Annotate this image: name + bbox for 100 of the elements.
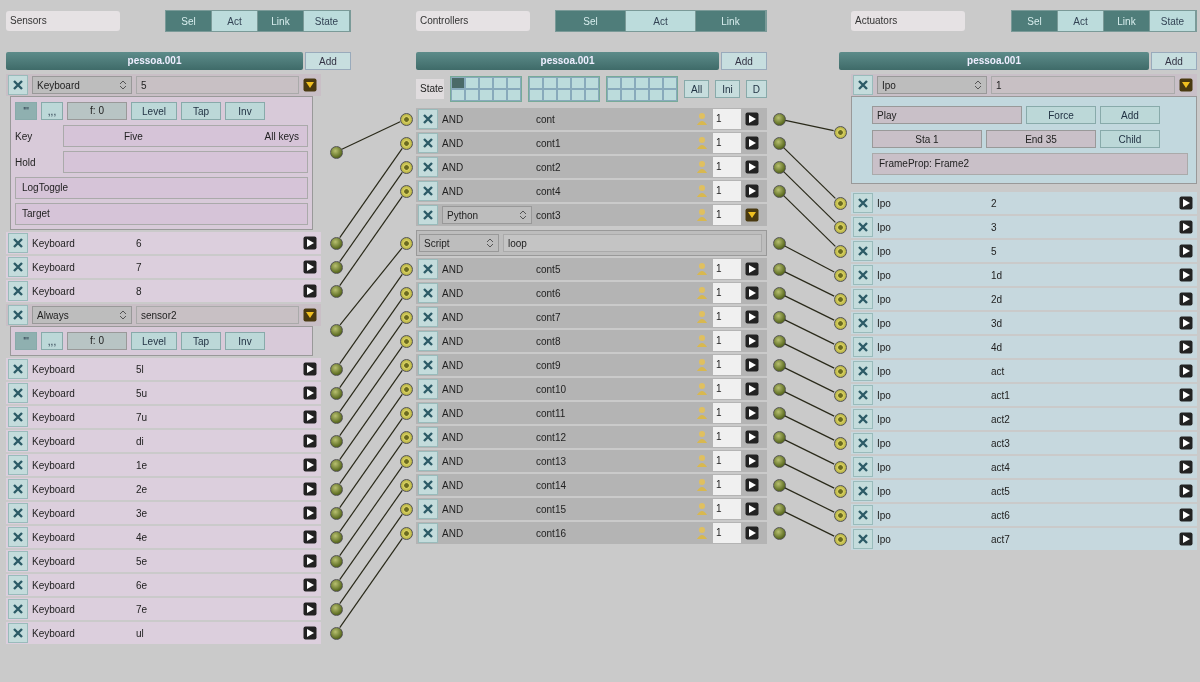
play-mode-menu[interactable]: Play: [872, 106, 1022, 124]
delete-button[interactable]: [8, 257, 28, 277]
collapse-toggle-icon[interactable]: [1179, 78, 1193, 92]
output-socket[interactable]: [772, 526, 786, 540]
input-socket[interactable]: [833, 460, 847, 474]
input-socket[interactable]: [399, 478, 413, 492]
pulse-false-button[interactable]: ,,,: [41, 332, 63, 350]
input-socket[interactable]: [833, 196, 847, 210]
input-socket[interactable]: [833, 436, 847, 450]
collapse-toggle-icon[interactable]: [303, 308, 317, 322]
input-socket[interactable]: [399, 358, 413, 372]
priority-field[interactable]: 1: [713, 427, 741, 447]
priority-field[interactable]: 1: [713, 133, 741, 153]
input-socket[interactable]: [399, 430, 413, 444]
delete-button[interactable]: [418, 331, 438, 351]
expand-toggle-icon[interactable]: [303, 260, 317, 274]
expand-toggle-icon[interactable]: [303, 386, 317, 400]
state-button[interactable]: Ini: [715, 80, 740, 98]
input-socket[interactable]: [399, 502, 413, 516]
output-socket[interactable]: [772, 478, 786, 492]
expand-toggle-icon[interactable]: [303, 236, 317, 250]
output-socket[interactable]: [329, 260, 343, 274]
level-button[interactable]: Level: [131, 102, 177, 120]
priority-field[interactable]: 1: [713, 181, 741, 201]
input-socket[interactable]: [399, 160, 413, 174]
input-socket[interactable]: [833, 484, 847, 498]
expand-toggle-icon[interactable]: [745, 310, 759, 324]
delete-button[interactable]: [418, 307, 438, 327]
filter-tab[interactable]: State: [1150, 11, 1196, 31]
expand-toggle-icon[interactable]: [745, 502, 759, 516]
priority-field[interactable]: 1: [713, 379, 741, 399]
output-socket[interactable]: [329, 145, 343, 159]
expand-toggle-icon[interactable]: [1179, 268, 1193, 282]
expand-toggle-icon[interactable]: [745, 160, 759, 174]
input-socket[interactable]: [833, 532, 847, 546]
delete-button[interactable]: [418, 499, 438, 519]
expand-toggle-icon[interactable]: [745, 286, 759, 300]
target-field[interactable]: Target: [15, 203, 308, 225]
input-socket[interactable]: [399, 286, 413, 300]
priority-field[interactable]: 1: [713, 475, 741, 495]
priority-field[interactable]: 1: [713, 451, 741, 471]
input-socket[interactable]: [399, 136, 413, 150]
priority-field[interactable]: 1: [713, 499, 741, 519]
output-socket[interactable]: [329, 362, 343, 376]
collapse-toggle-icon[interactable]: [303, 78, 317, 92]
expand-toggle-icon[interactable]: [1179, 196, 1193, 210]
output-socket[interactable]: [329, 323, 343, 337]
delete-button[interactable]: [853, 337, 873, 357]
expand-toggle-icon[interactable]: [745, 262, 759, 276]
output-socket[interactable]: [772, 358, 786, 372]
filter-tab[interactable]: Act: [626, 11, 696, 31]
expand-toggle-icon[interactable]: [303, 410, 317, 424]
priority-field[interactable]: 1: [713, 523, 741, 543]
delete-button[interactable]: [853, 217, 873, 237]
input-socket[interactable]: [833, 220, 847, 234]
expand-toggle-icon[interactable]: [303, 362, 317, 376]
controller-type-menu[interactable]: Python: [442, 206, 532, 224]
pulse-true-button[interactable]: ''': [15, 102, 37, 120]
expand-toggle-icon[interactable]: [303, 602, 317, 616]
invert-button[interactable]: Inv: [225, 332, 265, 350]
expand-toggle-icon[interactable]: [303, 530, 317, 544]
input-socket[interactable]: [399, 526, 413, 540]
add-button[interactable]: Add: [1151, 52, 1197, 70]
delete-button[interactable]: [8, 75, 28, 95]
output-socket[interactable]: [329, 410, 343, 424]
expand-toggle-icon[interactable]: [1179, 340, 1193, 354]
delete-button[interactable]: [418, 259, 438, 279]
sensor-type-menu[interactable]: Keyboard: [32, 76, 132, 94]
delete-button[interactable]: [418, 109, 438, 129]
delete-button[interactable]: [418, 403, 438, 423]
delete-button[interactable]: [8, 575, 28, 595]
expand-toggle-icon[interactable]: [303, 434, 317, 448]
filter-tab[interactable]: Sel: [1012, 11, 1058, 31]
expand-toggle-icon[interactable]: [1179, 364, 1193, 378]
delete-button[interactable]: [8, 281, 28, 301]
state-button[interactable]: All: [684, 80, 710, 98]
expand-toggle-icon[interactable]: [745, 454, 759, 468]
delete-button[interactable]: [418, 451, 438, 471]
pulse-false-button[interactable]: ,,,: [41, 102, 63, 120]
delete-button[interactable]: [418, 205, 438, 225]
output-socket[interactable]: [772, 406, 786, 420]
expand-toggle-icon[interactable]: [303, 554, 317, 568]
delete-button[interactable]: [8, 479, 28, 499]
input-socket[interactable]: [399, 406, 413, 420]
all-keys-toggle[interactable]: All keys: [264, 130, 299, 142]
add-mode-button[interactable]: Add: [1100, 106, 1160, 124]
output-socket[interactable]: [329, 284, 343, 298]
delete-button[interactable]: [853, 457, 873, 477]
output-socket[interactable]: [772, 502, 786, 516]
input-socket[interactable]: [833, 292, 847, 306]
expand-toggle-icon[interactable]: [1179, 436, 1193, 450]
expand-toggle-icon[interactable]: [303, 284, 317, 298]
output-socket[interactable]: [772, 160, 786, 174]
delete-button[interactable]: [418, 523, 438, 543]
expand-toggle-icon[interactable]: [745, 358, 759, 372]
output-socket[interactable]: [329, 236, 343, 250]
output-socket[interactable]: [329, 626, 343, 640]
expand-toggle-icon[interactable]: [1179, 244, 1193, 258]
output-socket[interactable]: [329, 458, 343, 472]
output-socket[interactable]: [329, 482, 343, 496]
